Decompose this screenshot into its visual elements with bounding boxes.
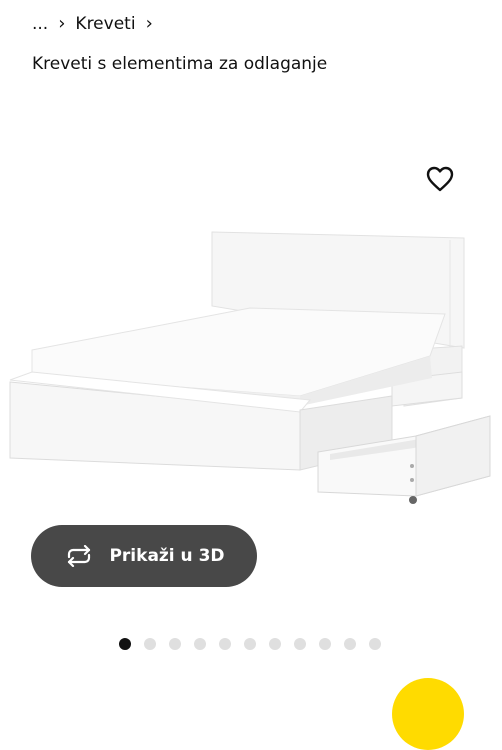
heart-outline-icon (426, 166, 454, 192)
breadcrumb-separator: › (58, 13, 66, 34)
carousel-pagination (119, 638, 381, 650)
carousel-dot[interactable] (119, 638, 131, 650)
carousel-dot[interactable] (269, 638, 281, 650)
breadcrumb-ellipsis[interactable]: ... (32, 14, 48, 34)
carousel-dot[interactable] (219, 638, 231, 650)
carousel-dot[interactable] (169, 638, 181, 650)
breadcrumb-link-kreveti[interactable]: Kreveti (75, 14, 135, 34)
carousel-dot[interactable] (344, 638, 356, 650)
view-in-3d-button[interactable]: Prikaži u 3D (31, 525, 257, 587)
carousel-dot[interactable] (144, 638, 156, 650)
floating-action-button[interactable] (392, 678, 464, 750)
carousel-dot[interactable] (294, 638, 306, 650)
carousel-dot[interactable] (369, 638, 381, 650)
rotate-3d-icon (63, 545, 95, 567)
favorite-button[interactable] (423, 162, 457, 196)
view-in-3d-label: Prikaži u 3D (109, 546, 225, 566)
carousel-dot[interactable] (319, 638, 331, 650)
product-image[interactable] (0, 210, 502, 530)
carousel-dot[interactable] (194, 638, 206, 650)
breadcrumb-separator: › (145, 13, 153, 34)
category-title: Kreveti s elementima za odlaganje (32, 54, 328, 74)
breadcrumb: ... › Kreveti › (32, 14, 153, 34)
carousel-dot[interactable] (244, 638, 256, 650)
